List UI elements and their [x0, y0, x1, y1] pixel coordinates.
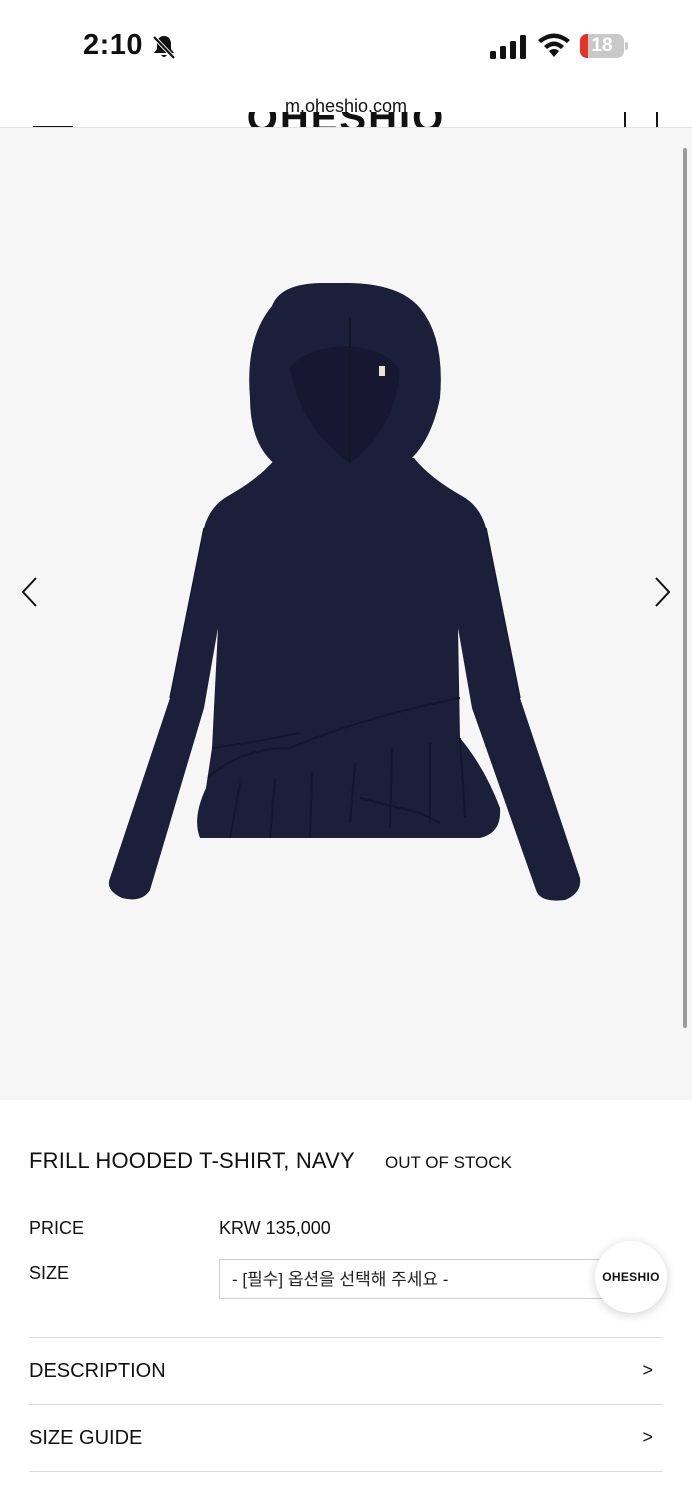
battery-body: 18: [580, 34, 624, 58]
status-bar: 2:10 18: [0, 0, 692, 92]
battery-icon: 18: [580, 34, 628, 58]
size-select[interactable]: - [필수] 옵션을 선택해 주세요 -: [219, 1259, 619, 1299]
price-label: PRICE: [29, 1218, 85, 1238]
size-label: SIZE: [29, 1263, 70, 1283]
accordion-description[interactable]: DESCRIPTION >: [29, 1338, 663, 1404]
wifi-icon: [538, 33, 570, 57]
product-gallery[interactable]: [0, 128, 692, 1100]
accordion-size-guide[interactable]: SIZE GUIDE >: [29, 1405, 663, 1471]
scrollbar[interactable]: [683, 148, 687, 1028]
bell-slash-icon: [152, 35, 176, 60]
status-time: 2:10: [83, 29, 144, 61]
divider: [29, 1471, 663, 1472]
product-title: FRILL HOODED T-SHIRT, NAVY: [29, 1148, 355, 1173]
chevron-right-icon: >: [642, 1360, 653, 1380]
product-info: FRILL HOODED T-SHIRT, NAVY OUT OF STOCK …: [0, 1100, 692, 1500]
brand-floating-button[interactable]: OHESHIO: [595, 1241, 667, 1313]
accordion-label: DESCRIPTION: [29, 1360, 166, 1382]
page: 2:10 18 m.oheshio.com OHESHIO FRILL HOOD…: [0, 0, 692, 1500]
stock-status: OUT OF STOCK: [385, 1153, 512, 1172]
chevron-right-icon: >: [642, 1427, 653, 1447]
chevron-left-icon[interactable]: [14, 572, 44, 612]
price-value: KRW 135,000: [219, 1218, 331, 1238]
chevron-right-icon[interactable]: [648, 572, 678, 612]
accordion-label: SIZE GUIDE: [29, 1427, 143, 1449]
battery-level: 18: [591, 35, 613, 56]
cellular-signal-icon: [490, 35, 526, 59]
product-image: [108, 283, 581, 901]
battery-cap: [625, 42, 628, 50]
